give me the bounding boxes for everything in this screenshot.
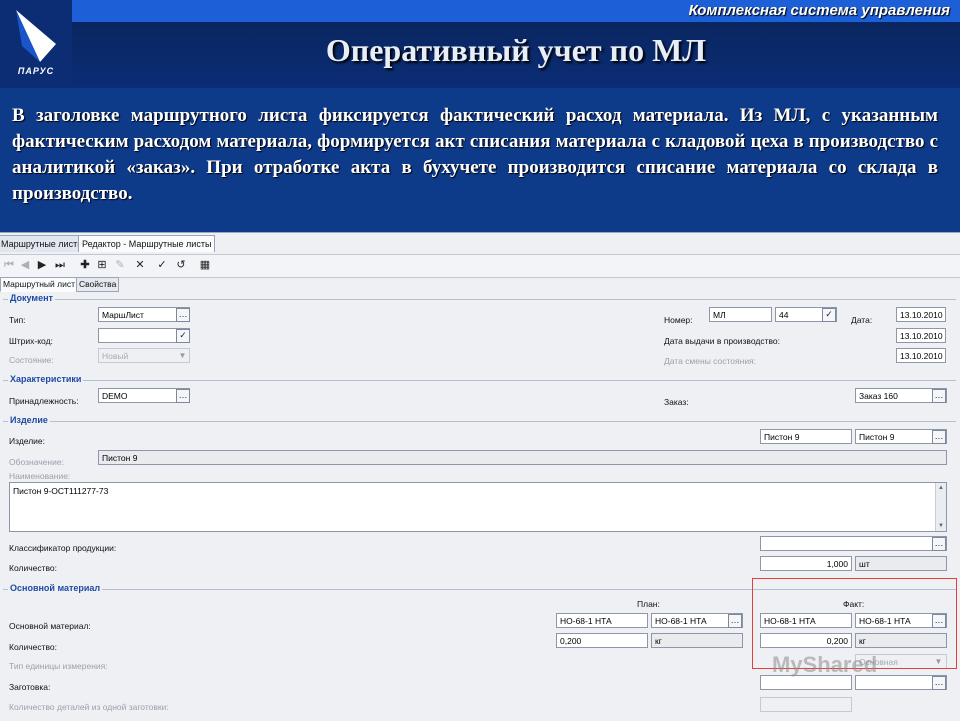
- product-qty-label: Количество:: [9, 563, 58, 573]
- blank-picker-button[interactable]: …: [932, 676, 946, 690]
- type-picker-button[interactable]: …: [176, 308, 190, 322]
- number-label: Номер:: [664, 315, 693, 325]
- group-title-document: Документ: [8, 293, 55, 303]
- state-change-date-label: Дата смены состояния:: [664, 356, 757, 366]
- logo-text: ПАРУС: [17, 66, 55, 76]
- sail-logo-icon: [16, 10, 56, 62]
- group-title-product: Изделие: [8, 415, 50, 425]
- issue-date-field[interactable]: 13.10.2010: [896, 328, 946, 343]
- item-code-field[interactable]: Пистон 9: [760, 429, 852, 444]
- plan-material-code[interactable]: НО-68-1 НТА: [556, 613, 648, 628]
- owner-picker-button[interactable]: …: [176, 389, 190, 403]
- name-scrollbar[interactable]: ▲ ▼: [935, 483, 946, 531]
- slide-title: Оперативный учет по МЛ: [325, 32, 707, 68]
- order-picker-button[interactable]: …: [932, 389, 946, 403]
- refresh-icon[interactable]: ↺: [174, 258, 188, 272]
- tab-route-sheets[interactable]: Маршрутные листы: [0, 235, 88, 252]
- name-label: Наименование:: [9, 471, 71, 481]
- classifier-picker-button[interactable]: …: [932, 537, 946, 551]
- item-label: Изделие:: [9, 436, 46, 446]
- last-icon[interactable]: ⏭: [53, 258, 67, 272]
- watermark: MyShared: [772, 652, 878, 677]
- parts-per-blank-field[interactable]: [760, 697, 852, 712]
- blank-label: Заготовка:: [9, 682, 51, 692]
- classifier-field[interactable]: [760, 536, 947, 551]
- item-picker-button[interactable]: …: [932, 430, 946, 444]
- classifier-label: Классификатор продукции:: [9, 543, 117, 553]
- plan-qty-field[interactable]: 0,200: [556, 633, 648, 648]
- product-qty-field[interactable]: 1,000: [760, 556, 852, 571]
- designation-field[interactable]: Пистон 9: [98, 450, 947, 465]
- state-change-date-field[interactable]: 13.10.2010: [896, 348, 946, 363]
- date-field[interactable]: 13.10.2010: [896, 307, 946, 322]
- date-label: Дата:: [851, 315, 873, 325]
- tab-route-sheet[interactable]: Маршрутный лист: [0, 277, 78, 292]
- scroll-down-icon[interactable]: ▼: [936, 521, 946, 531]
- scroll-up-icon[interactable]: ▲: [936, 483, 946, 493]
- number-check-icon[interactable]: ✓: [822, 308, 836, 322]
- plan-unit-field[interactable]: кг: [651, 633, 743, 648]
- type-label: Тип:: [9, 315, 26, 325]
- barcode-label: Штрих-код:: [9, 336, 53, 346]
- order-label: Заказ:: [664, 397, 689, 407]
- name-text: Пистон 9-ОСТ111277-73: [13, 486, 109, 496]
- tab-route-sheet-editor[interactable]: Редактор - Маршрутные листы: [78, 235, 216, 252]
- add-copy-icon[interactable]: ⊞: [95, 258, 109, 272]
- plan-material-picker-button[interactable]: …: [728, 614, 742, 628]
- material-qty-label: Количество:: [9, 642, 58, 652]
- title-band: Оперативный учет по МЛ: [72, 22, 960, 88]
- issue-date-label: Дата выдачи в производство:: [664, 336, 780, 346]
- first-icon[interactable]: ⏮: [2, 258, 16, 272]
- next-icon[interactable]: ▶: [35, 258, 49, 272]
- slide-description: В заголовке маршрутного листа фиксируетс…: [12, 105, 938, 204]
- chevron-down-icon: ▼: [178, 351, 187, 360]
- owner-label: Принадлежность:: [9, 396, 79, 406]
- add-icon[interactable]: ✚: [78, 258, 92, 272]
- tab-properties[interactable]: Свойства: [76, 277, 120, 292]
- prev-icon[interactable]: ◀: [18, 258, 32, 272]
- system-name: Комплексная система управления: [688, 2, 950, 19]
- state-label: Состояние:: [9, 355, 54, 365]
- top-strip: Комплексная система управления: [72, 0, 960, 22]
- delete-icon[interactable]: ✕: [133, 258, 147, 272]
- product-qty-unit[interactable]: шт: [855, 556, 947, 571]
- parts-per-blank-label: Количество деталей из одной заготовки:: [9, 702, 169, 712]
- apply-icon[interactable]: ✓: [155, 258, 169, 272]
- toolbar: ⏮ ◀ ▶ ⏭ ✚ ⊞ ✎ ✕ ✓ ↺ ▦: [0, 254, 960, 278]
- barcode-check-icon[interactable]: ✓: [176, 329, 190, 343]
- material-label: Основной материал:: [9, 621, 91, 631]
- group-title-characteristics: Характеристики: [8, 374, 84, 384]
- number-prefix-field[interactable]: МЛ: [709, 307, 772, 322]
- edit-icon[interactable]: ✎: [113, 258, 127, 272]
- group-title-material: Основной материал: [8, 583, 103, 593]
- name-memo[interactable]: Пистон 9-ОСТ111277-73 ▲ ▼: [9, 482, 947, 532]
- plan-header: План:: [637, 599, 660, 609]
- unit-type-label: Тип единицы измерения:: [9, 661, 108, 671]
- logo: ПАРУС: [0, 0, 72, 88]
- designation-label: Обозначение:: [9, 457, 64, 467]
- calendar-icon[interactable]: ▦: [198, 258, 212, 272]
